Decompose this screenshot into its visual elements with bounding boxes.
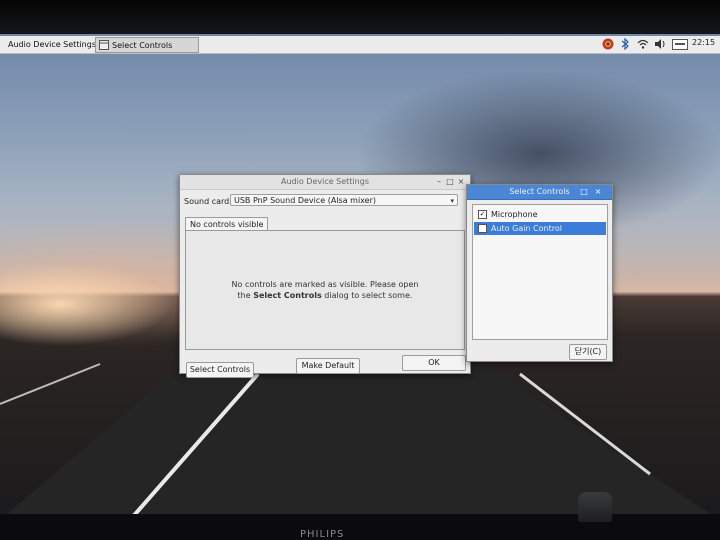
sound-card-value: USB PnP Sound Device (Alsa mixer) (234, 196, 376, 205)
audio-device-settings-window: Audio Device Settings – □ × Sound card: … (179, 174, 471, 378)
taskbar-item-select-controls[interactable]: Select Controls (95, 37, 199, 53)
checkbox-microphone[interactable]: ✓ (478, 210, 487, 219)
select-controls-text: Select Controls (253, 291, 322, 300)
message-line-2: the Select Controls dialog to select som… (237, 291, 413, 300)
monitor-webcam (578, 492, 612, 522)
close-icon[interactable]: × (456, 176, 466, 187)
chevron-down-icon: ▾ (450, 197, 454, 205)
list-item-auto-gain-control[interactable]: Auto Gain Control (474, 222, 606, 235)
monitor-bezel-top (0, 0, 720, 34)
taskbar-item-label: Audio Device Settings (8, 39, 96, 49)
sound-card-label: Sound card: (184, 197, 232, 206)
sound-card-select[interactable]: USB PnP Sound Device (Alsa mixer) ▾ (230, 194, 458, 206)
list-item-label: Auto Gain Control (491, 224, 562, 233)
clock[interactable]: 22:15 (692, 38, 715, 47)
no-controls-message: No controls are marked as visible. Pleas… (186, 279, 464, 301)
close-button[interactable]: 닫기(C) (569, 344, 607, 360)
keyboard-layout-icon[interactable] (672, 37, 688, 51)
list-item-label: Microphone (491, 210, 538, 219)
select-controls-window: Select Controls □ × ✓ Microphone Auto Ga… (466, 184, 613, 362)
window-title: Select Controls (509, 187, 570, 196)
make-default-button[interactable]: Make Default (296, 358, 360, 374)
minimize-icon[interactable]: – (434, 176, 444, 187)
taskbar-item-audio-device-settings[interactable]: Audio Device Settings (2, 37, 96, 51)
window-titlebar[interactable]: Audio Device Settings – □ × (180, 175, 470, 190)
volume-icon[interactable] (654, 37, 666, 51)
window-icon (99, 40, 109, 50)
user-icon[interactable] (602, 37, 614, 51)
controls-panel: No controls are marked as visible. Pleas… (185, 230, 465, 350)
bluetooth-icon[interactable] (621, 37, 629, 51)
taskbar: Audio Device Settings Select Controls 22… (0, 36, 720, 54)
message-line-1: No controls are marked as visible. Pleas… (231, 280, 419, 289)
tab-no-controls-visible[interactable]: No controls visible (185, 217, 269, 231)
window-title: Audio Device Settings (281, 177, 369, 186)
checkbox-auto-gain-control[interactable] (478, 224, 487, 233)
wifi-icon[interactable] (637, 37, 649, 51)
controls-list: ✓ Microphone Auto Gain Control (472, 204, 608, 340)
window-titlebar[interactable]: Select Controls □ × (467, 185, 612, 200)
tab-label: No controls visible (190, 220, 264, 229)
monitor-bezel-bottom (0, 514, 720, 540)
close-icon[interactable]: × (593, 186, 603, 197)
ok-button[interactable]: OK (402, 355, 466, 371)
select-controls-button[interactable]: Select Controls (186, 362, 254, 378)
maximize-icon[interactable]: □ (579, 186, 589, 197)
list-item-microphone[interactable]: ✓ Microphone (474, 208, 606, 221)
monitor-brand-logo: PHILIPS (300, 529, 345, 540)
taskbar-item-label: Select Controls (112, 40, 173, 50)
maximize-icon[interactable]: □ (445, 176, 455, 187)
